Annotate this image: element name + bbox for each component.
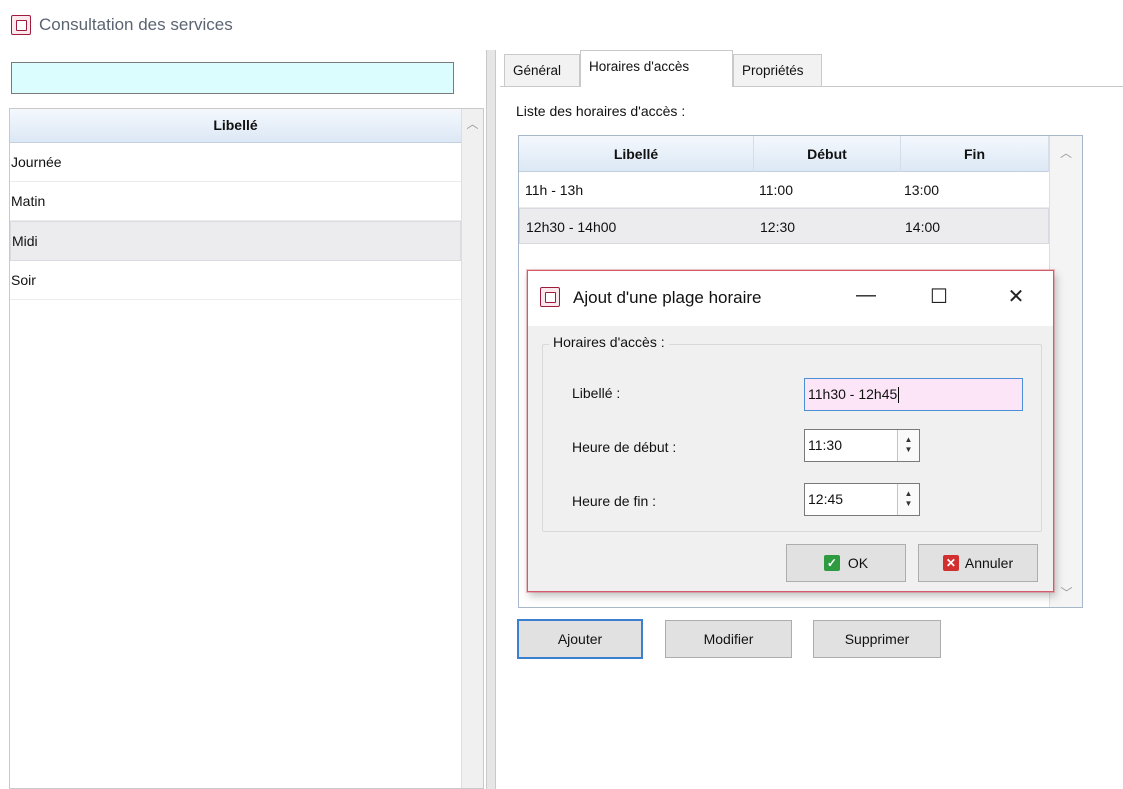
list-item[interactable]: Matin xyxy=(10,182,461,221)
dialog-titlebar[interactable]: Ajout d'une plage horaire — ☐ ✕ xyxy=(528,271,1053,326)
service-app-icon xyxy=(540,287,560,307)
cell-debut: 12:30 xyxy=(760,219,796,235)
service-list: Libellé Journée Matin Midi Soir ︿ xyxy=(9,108,484,789)
window-title: Consultation des services xyxy=(39,15,233,34)
column-header-debut[interactable]: Début xyxy=(754,136,901,172)
table-row[interactable]: 11h - 13h 11:00 13:00 xyxy=(519,172,1049,208)
spin-down-icon[interactable]: ▼ xyxy=(898,446,919,454)
spin-up-icon[interactable]: ▲ xyxy=(898,436,919,444)
service-list-body: Journée Matin Midi Soir xyxy=(10,143,461,300)
panel-splitter[interactable] xyxy=(486,50,496,789)
end-time-stepper[interactable]: ▲ ▼ xyxy=(897,484,919,515)
cancel-x-icon: ✕ xyxy=(942,555,959,571)
minimize-icon[interactable]: — xyxy=(848,284,884,307)
service-list-header[interactable]: Libellé xyxy=(10,109,461,143)
tab-properties[interactable]: Propriétés xyxy=(733,54,822,86)
group-label: Horaires d'accès : xyxy=(549,334,669,350)
start-time-label: Heure de début : xyxy=(572,439,677,455)
table-row-selected[interactable]: 12h30 - 14h00 12:30 14:00 xyxy=(519,208,1049,244)
spin-up-icon[interactable]: ▲ xyxy=(898,490,919,498)
cell-fin: 13:00 xyxy=(904,182,940,198)
add-button[interactable]: Ajouter xyxy=(517,619,643,659)
column-header-libelle[interactable]: Libellé xyxy=(519,136,754,172)
edit-button[interactable]: Modifier xyxy=(665,620,792,658)
cell-libelle: 12h30 - 14h00 xyxy=(526,219,617,235)
tab-access-hours[interactable]: Horaires d'accès xyxy=(580,50,733,87)
close-icon[interactable]: ✕ xyxy=(998,284,1034,309)
name-field[interactable]: 11h30 - 12h45 xyxy=(804,378,1023,411)
service-list-scrollbar[interactable]: ︿ xyxy=(461,109,483,788)
service-app-icon xyxy=(11,15,31,35)
maximize-icon[interactable]: ☐ xyxy=(921,284,957,309)
cell-fin: 14:00 xyxy=(905,219,941,235)
access-list-label: Liste des horaires d'accès : xyxy=(516,103,686,119)
chevron-down-icon[interactable]: ﹀ xyxy=(1050,584,1083,601)
search-input[interactable] xyxy=(11,62,454,94)
check-icon: ✓ xyxy=(823,555,840,571)
chevron-up-icon[interactable]: ︿ xyxy=(462,115,483,132)
tab-general[interactable]: Général xyxy=(504,54,580,86)
cell-debut: 11:00 xyxy=(759,182,793,198)
add-time-slot-dialog: Ajout d'une plage horaire — ☐ ✕ Horaires… xyxy=(527,270,1054,592)
start-time-field[interactable]: 11:30 ▲ ▼ xyxy=(804,429,920,462)
name-label: Libellé : xyxy=(572,385,621,401)
start-time-stepper[interactable]: ▲ ▼ xyxy=(897,430,919,461)
column-header-fin[interactable]: Fin xyxy=(901,136,1049,172)
list-item[interactable]: Journée xyxy=(10,143,461,182)
ok-button[interactable]: ✓ OK xyxy=(786,544,906,582)
list-item[interactable]: Soir xyxy=(10,261,461,300)
chevron-up-icon[interactable]: ︿ xyxy=(1050,144,1082,161)
dialog-title: Ajout d'une plage horaire xyxy=(573,288,762,307)
cancel-button[interactable]: ✕ Annuler xyxy=(918,544,1038,582)
table-header: Libellé Début Fin xyxy=(519,136,1049,172)
delete-button[interactable]: Supprimer xyxy=(813,620,941,658)
list-item-selected[interactable]: Midi xyxy=(10,221,461,261)
spin-down-icon[interactable]: ▼ xyxy=(898,500,919,508)
end-time-field[interactable]: 12:45 ▲ ▼ xyxy=(804,483,920,516)
end-time-label: Heure de fin : xyxy=(572,493,657,509)
cell-libelle: 11h - 13h xyxy=(525,182,584,198)
